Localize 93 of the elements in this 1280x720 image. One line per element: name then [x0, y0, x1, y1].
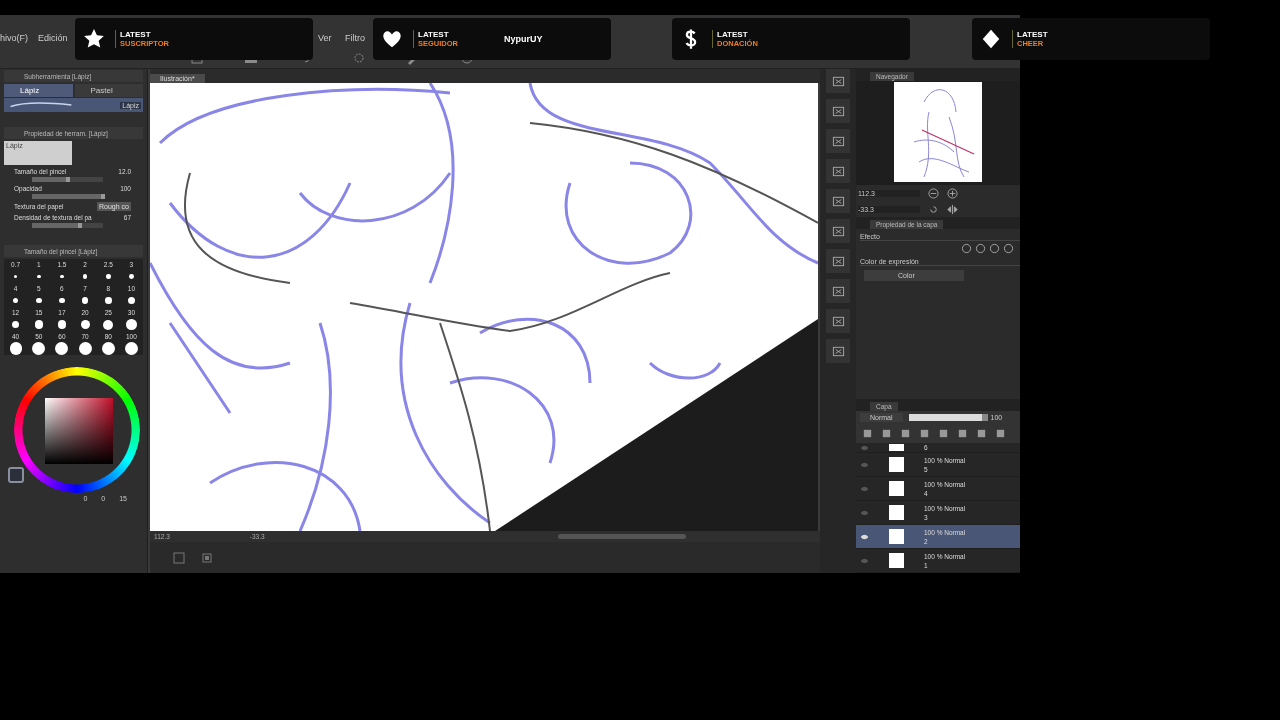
- size-dot[interactable]: [57, 320, 67, 329]
- tool-icon[interactable]: [938, 428, 949, 439]
- panel-icon: [831, 344, 845, 358]
- subtool-tab[interactable]: Pastel: [74, 84, 143, 97]
- panel-button[interactable]: [826, 279, 850, 303]
- panel-button[interactable]: [826, 189, 850, 213]
- size-dot[interactable]: [124, 342, 138, 355]
- size-dot[interactable]: [81, 297, 89, 304]
- subtool-tab[interactable]: Lápiz: [4, 84, 73, 97]
- flip-icon[interactable]: [947, 203, 958, 215]
- size-dot[interactable]: [101, 342, 115, 355]
- alert-heading: LATEST: [1017, 30, 1048, 39]
- menu-item[interactable]: Filtro: [345, 33, 365, 43]
- zoom-out-icon[interactable]: [928, 187, 939, 199]
- size-dot[interactable]: [9, 342, 22, 355]
- panel-button[interactable]: [826, 69, 850, 93]
- size-dot[interactable]: [13, 274, 18, 279]
- effect-icon[interactable]: [1003, 243, 1014, 254]
- size-dot[interactable]: [126, 319, 137, 330]
- size-dot[interactable]: [13, 297, 19, 304]
- size-dot[interactable]: [106, 274, 111, 279]
- size-dot[interactable]: [55, 342, 69, 355]
- size-dot[interactable]: [36, 274, 41, 279]
- opacity-thumb[interactable]: [981, 414, 988, 421]
- panel-icon: [831, 194, 845, 208]
- alert-heading: LATEST: [418, 30, 450, 39]
- size-dot[interactable]: [11, 320, 20, 329]
- slider-track[interactable]: [32, 223, 103, 228]
- menu-item[interactable]: hivo(F): [0, 33, 28, 43]
- size-dot[interactable]: [32, 342, 46, 355]
- effect-icon[interactable]: [961, 243, 972, 254]
- panel-button[interactable]: [826, 339, 850, 363]
- panel-icon: [831, 314, 845, 328]
- size-dot[interactable]: [129, 274, 134, 279]
- scrollbar[interactable]: [558, 534, 686, 539]
- opacity-track[interactable]: [908, 414, 985, 421]
- panel-button[interactable]: [826, 309, 850, 333]
- layer-thumbnail: [889, 481, 904, 496]
- alert-heading: LATEST: [120, 30, 152, 39]
- size-dot[interactable]: [105, 297, 112, 304]
- size-dot[interactable]: [103, 319, 114, 330]
- menu-item[interactable]: Ver: [318, 33, 332, 43]
- panel-button[interactable]: [826, 99, 850, 123]
- panel-icon: [831, 104, 845, 118]
- layer-thumbnail: [889, 444, 904, 451]
- panel-icon: [831, 224, 845, 238]
- rotate-icon[interactable]: [928, 203, 939, 215]
- panel-icon: [831, 74, 845, 88]
- size-dot[interactable]: [80, 319, 90, 330]
- tool-icon[interactable]: [919, 428, 930, 439]
- eye-icon[interactable]: [860, 533, 869, 540]
- slider-track[interactable]: [32, 177, 103, 182]
- menu-item[interactable]: Edición: [38, 33, 68, 43]
- panel-button[interactable]: [826, 129, 850, 153]
- panel-button[interactable]: [826, 219, 850, 243]
- tool-icon[interactable]: [957, 428, 968, 439]
- panel-icon: [831, 164, 845, 178]
- slider-thumb[interactable]: [65, 177, 70, 182]
- size-dot[interactable]: [58, 297, 65, 304]
- size-dot[interactable]: [78, 342, 92, 355]
- effect-icon[interactable]: [989, 243, 1000, 254]
- color-square[interactable]: [45, 398, 113, 464]
- layer-thumbnail: [889, 505, 904, 520]
- tool-icon[interactable]: [881, 428, 892, 439]
- panel-icon: [831, 134, 845, 148]
- tool-icon[interactable]: [976, 428, 987, 439]
- layer-thumbnail: [889, 529, 904, 544]
- layer-thumbnail: [889, 553, 904, 568]
- tool-icon[interactable]: [862, 428, 873, 439]
- diamond-icon: [980, 28, 1002, 50]
- zoom-in-icon[interactable]: [947, 187, 958, 199]
- slider-thumb[interactable]: [77, 223, 82, 228]
- panel-button[interactable]: [826, 159, 850, 183]
- tool-icon[interactable]: [900, 428, 911, 439]
- size-dot[interactable]: [35, 297, 42, 304]
- layer-thumbnail: [889, 457, 904, 472]
- panel-icon: [831, 284, 845, 298]
- slider-track[interactable]: [32, 194, 103, 199]
- color-swatch[interactable]: [8, 467, 24, 483]
- size-dot[interactable]: [82, 274, 88, 279]
- alert-name: NypurUY: [504, 34, 543, 44]
- size-dot[interactable]: [127, 296, 135, 304]
- star-icon: [83, 28, 105, 50]
- slider-thumb[interactable]: [101, 194, 105, 199]
- tool-icon[interactable]: [995, 428, 1006, 439]
- size-dot[interactable]: [34, 320, 43, 329]
- effect-icon[interactable]: [975, 243, 986, 254]
- panel-icon: [831, 254, 845, 268]
- heart-icon: [381, 28, 403, 50]
- alert-heading: LATEST: [717, 30, 749, 39]
- layers-icon[interactable]: [200, 550, 214, 565]
- panel-button[interactable]: [826, 249, 850, 273]
- size-dot[interactable]: [59, 274, 64, 279]
